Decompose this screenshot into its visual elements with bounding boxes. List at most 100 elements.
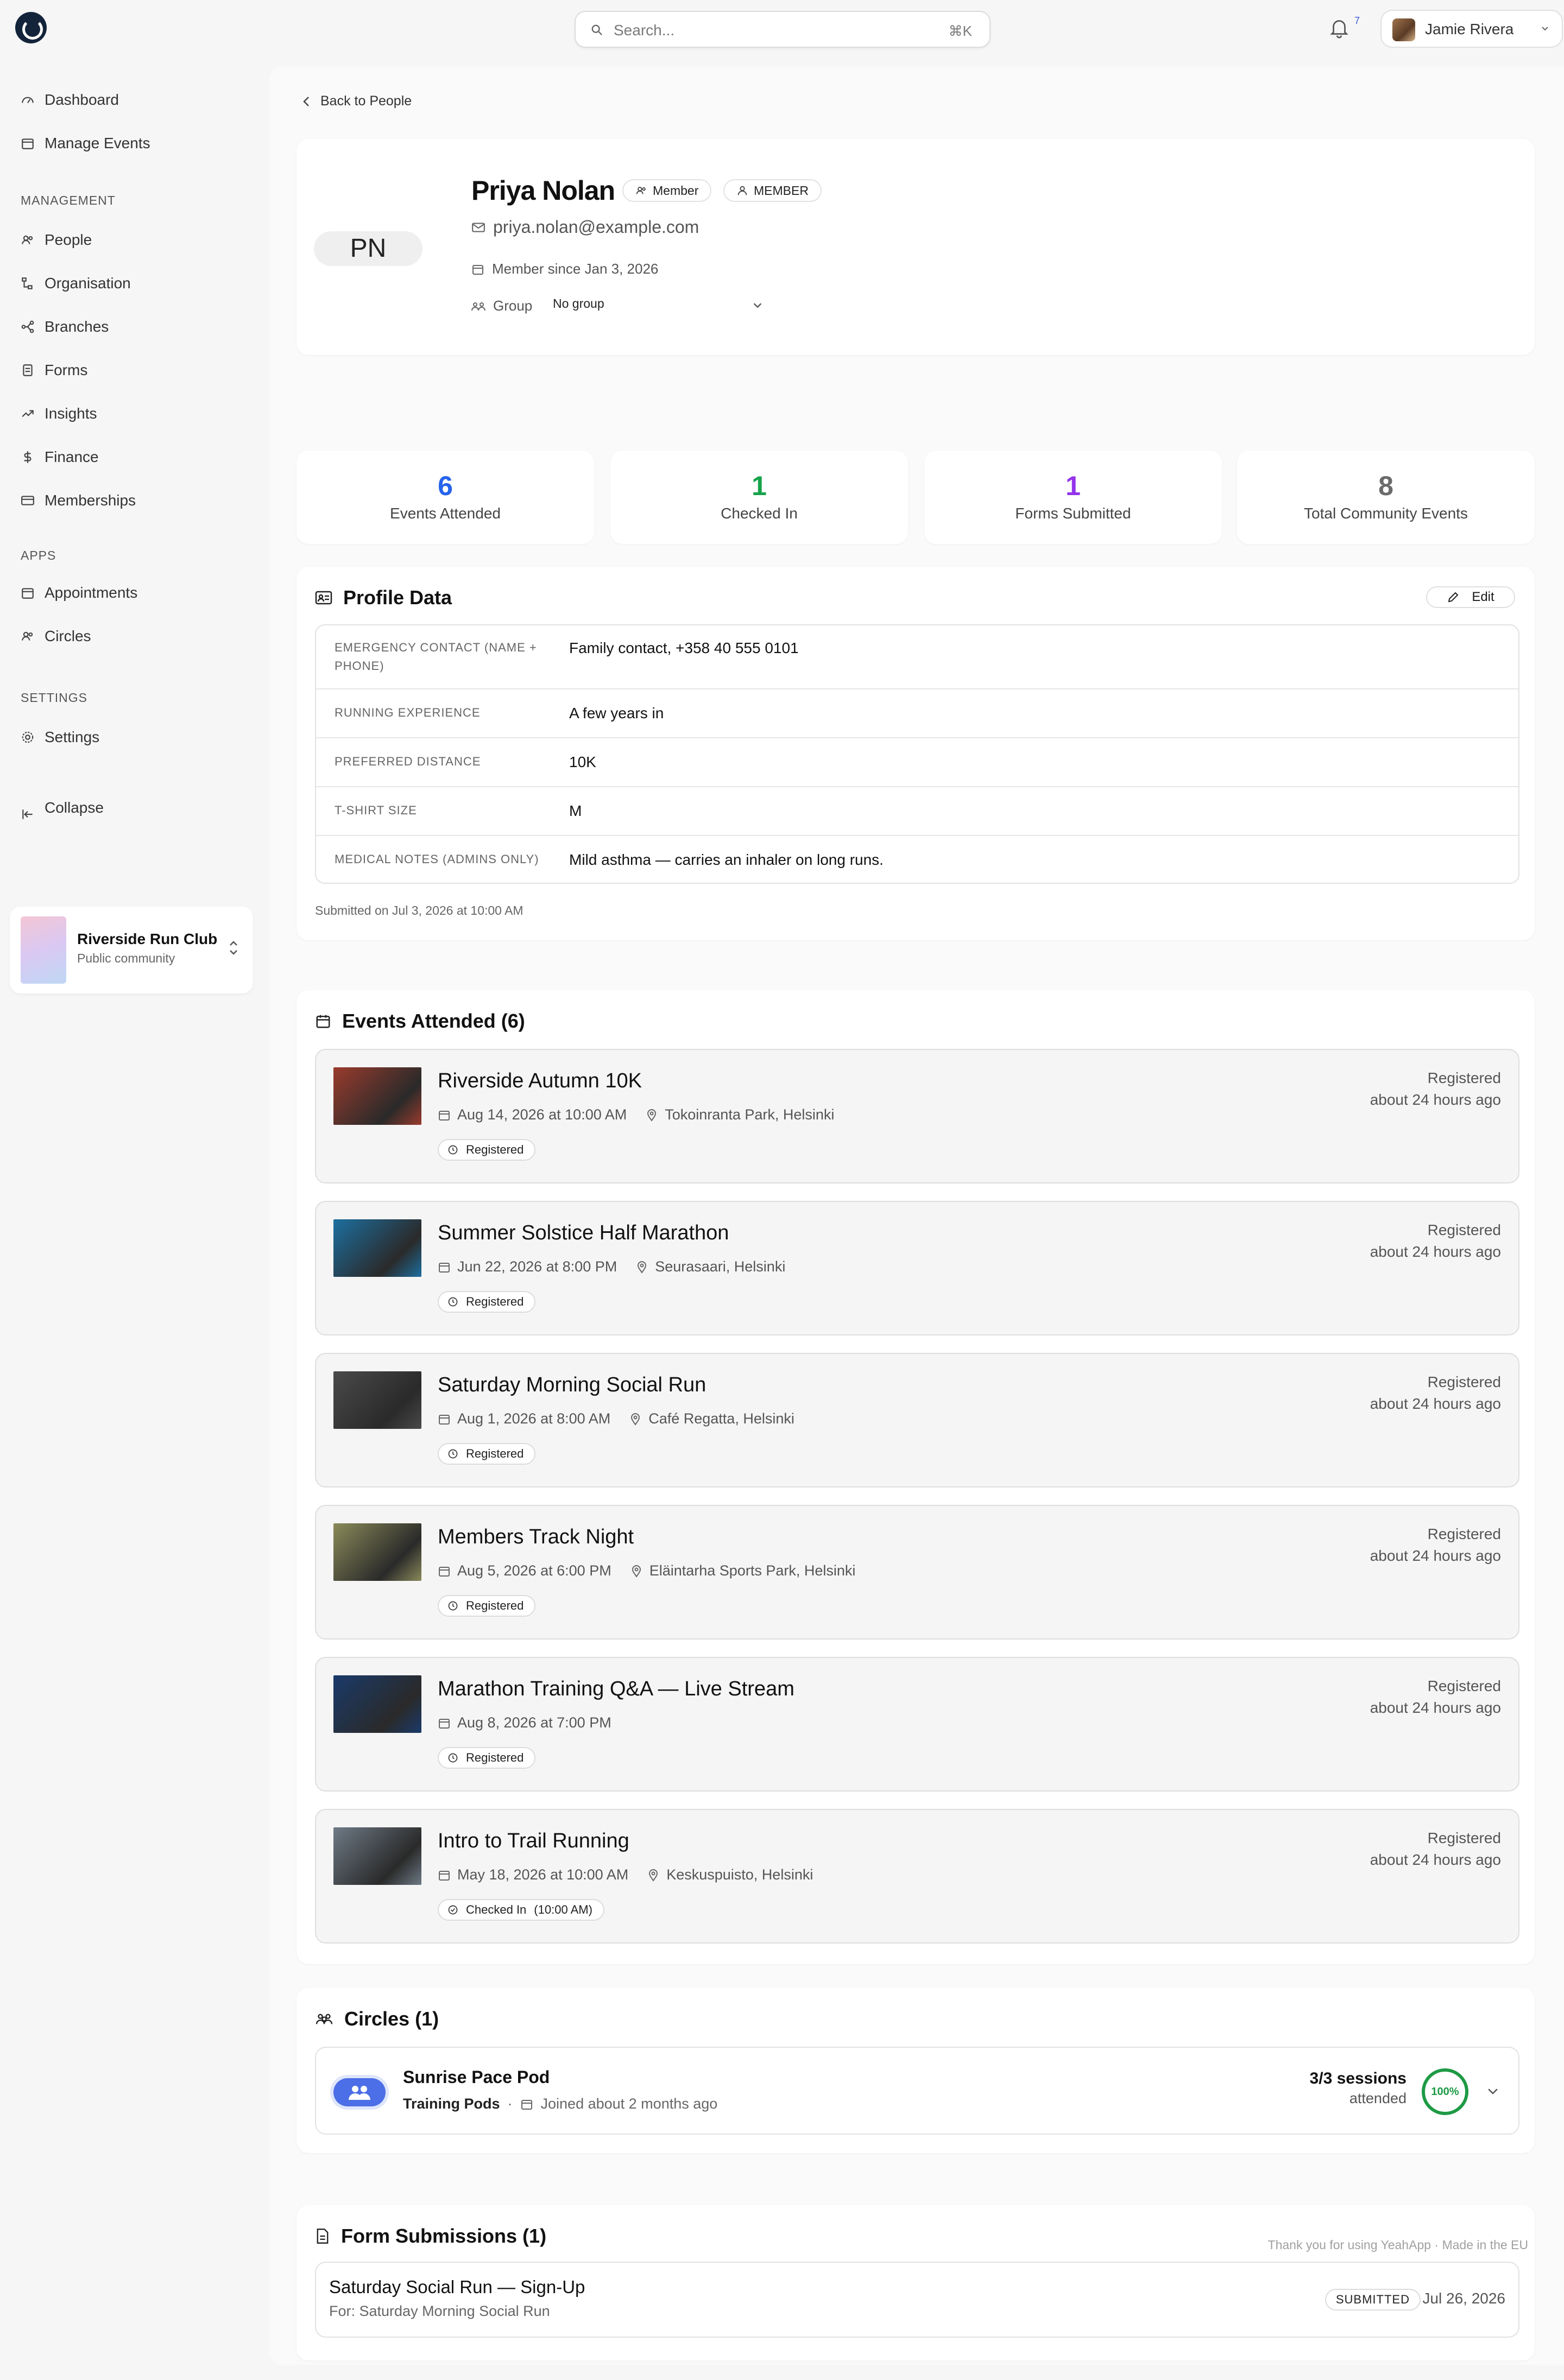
calendar-icon [21, 136, 35, 150]
section-management: MANAGEMENT [21, 193, 116, 207]
event-badge-label: Registered [466, 1447, 524, 1460]
id-card-icon [315, 591, 332, 605]
event-thumbnail [333, 1067, 421, 1125]
sidebar-item-label: Organisation [45, 275, 131, 292]
forms-title: Form Submissions (1) [341, 2225, 547, 2247]
form-submission-row[interactable]: Saturday Social Run — Sign-Up For: Satur… [315, 2262, 1519, 2338]
sidebar-item-manage-events[interactable]: Manage Events [21, 131, 150, 155]
user-menu-button[interactable]: Jamie Rivera [1380, 10, 1563, 48]
sidebar-item-insights[interactable]: Insights [21, 402, 97, 426]
group-label: Group [493, 298, 533, 314]
top-bar: Search... ⌘K 7 Jamie Rivera [0, 0, 1564, 56]
clock-icon [447, 1296, 458, 1307]
event-location: Keskuspuisto, Helsinki [666, 1866, 813, 1883]
event-info: Jun 22, 2026 at 8:00 PM Seurasaari, Helsi… [438, 1258, 785, 1275]
table-row: MEDICAL NOTES (ADMINS ONLY) Mild asthma … [316, 835, 1518, 883]
event-row[interactable]: Marathon Training Q&A — Live Stream Aug 8… [315, 1657, 1519, 1792]
trend-icon [21, 407, 35, 421]
event-status-badge: Registered [438, 1291, 536, 1313]
sessions-summary: 3/3 sessions attended [1310, 2069, 1407, 2107]
location-pin-icon [630, 1565, 643, 1578]
calendar-icon [438, 1261, 451, 1274]
event-row[interactable]: Summer Solstice Half Marathon Jun 22, 202… [315, 1201, 1519, 1335]
circle-type: Training Pods [403, 2096, 500, 2112]
sidebar-item-finance[interactable]: Finance [21, 445, 99, 469]
event-status-badge: Registered [438, 1139, 536, 1161]
bell-icon[interactable] [1329, 17, 1349, 39]
status-badge: SUBMITTED [1325, 2289, 1421, 2311]
event-row[interactable]: Members Track Night Aug 5, 2026 at 6:00 P… [315, 1505, 1519, 1640]
circle-row[interactable]: Sunrise Pace Pod Training Pods · Joined … [315, 2047, 1519, 2135]
event-thumbnail [333, 1675, 421, 1733]
event-status: Registered about 24 hours ago [1370, 1067, 1501, 1111]
sidebar-item-forms[interactable]: Forms [21, 358, 87, 382]
people-icon [636, 187, 646, 194]
event-date: Aug 14, 2026 at 10:00 AM [457, 1106, 627, 1123]
collapse-icon [21, 807, 35, 821]
circles-card: Circles (1) Sunrise Pace Pod Training Po… [297, 1988, 1535, 2153]
mail-icon [472, 222, 485, 232]
chevron-down-icon[interactable] [1487, 2086, 1499, 2098]
event-status-time: about 24 hours ago [1370, 1395, 1501, 1412]
field-key: T-SHIRT SIZE [335, 803, 417, 817]
member-chip: Member [622, 179, 712, 202]
event-date: May 18, 2026 at 10:00 AM [457, 1866, 629, 1883]
event-badge-label: Registered [466, 1143, 524, 1156]
event-badge-label: Registered [466, 1599, 524, 1612]
calendar-icon [316, 1015, 330, 1028]
collapse-button[interactable]: Collapse [21, 796, 104, 820]
chevron-down-icon [753, 303, 762, 308]
edit-button[interactable]: Edit [1426, 586, 1515, 608]
event-status-badge: Registered [438, 1443, 536, 1465]
sidebar-item-circles[interactable]: Circles [21, 624, 91, 648]
event-title: Intro to Trail Running [438, 1830, 629, 1852]
event-badge-extra: (10:00 AM) [534, 1903, 592, 1916]
event-status-label: Registered [1427, 1526, 1501, 1542]
event-date: Aug 8, 2026 at 7:00 PM [457, 1714, 611, 1731]
user-name: Jamie Rivera [1425, 21, 1514, 37]
search-placeholder: Search... [614, 22, 675, 39]
notification-count: 7 [1354, 15, 1360, 26]
user-avatar [1392, 18, 1415, 41]
field-key: RUNNING EXPERIENCE [335, 706, 481, 719]
sidebar-item-settings[interactable]: Settings [21, 725, 99, 749]
sidebar-item-branches[interactable]: Branches [21, 315, 109, 339]
sidebar-item-dashboard[interactable]: Dashboard [21, 88, 119, 112]
sidebar-item-people[interactable]: People [21, 228, 92, 252]
club-switcher[interactable]: Riverside Run Club Public community [10, 907, 253, 993]
app-page: Search... ⌘K 7 Jamie Rivera Dashboard Ma… [0, 0, 1564, 2380]
avatar: PN [314, 231, 422, 266]
calendar-icon [472, 264, 483, 275]
section-settings: SETTINGS [21, 691, 88, 705]
event-status: Registered about 24 hours ago [1370, 1371, 1501, 1415]
field-key: EMERGENCY CONTACT (NAME + PHONE) [335, 641, 537, 673]
stat-label: Forms Submitted [1015, 505, 1131, 522]
form-submissions-card: Form Submissions (1) Saturday Social Run… [297, 2205, 1535, 2360]
profile-data-title: Profile Data [343, 586, 452, 609]
sidebar-item-label: Memberships [45, 492, 136, 509]
event-location: Eläintarha Sports Park, Helsinki [649, 1562, 856, 1579]
role-chip: MEMBER [723, 179, 822, 202]
event-row[interactable]: Intro to Trail Running May 18, 2026 at 10… [315, 1809, 1519, 1944]
event-row[interactable]: Saturday Morning Social Run Aug 1, 2026 a… [315, 1353, 1519, 1488]
sidebar-item-appointments[interactable]: Appointments [21, 581, 137, 605]
field-value: Mild asthma — carries an inhaler on long… [569, 851, 884, 868]
event-badge-label: Registered [466, 1751, 524, 1764]
field-value: Family contact, +358 40 555 0101 [569, 640, 799, 656]
group-select-value: No group [553, 296, 604, 311]
event-row[interactable]: Riverside Autumn 10K Aug 14, 2026 at 10:0… [315, 1049, 1519, 1183]
event-info: May 18, 2026 at 10:00 AM Keskuspuisto, He… [438, 1866, 813, 1883]
app-logo[interactable] [15, 12, 47, 43]
back-link[interactable]: Back to People [302, 93, 412, 109]
group-select[interactable]: No group [553, 296, 775, 316]
group-row: Group [471, 298, 532, 314]
pencil-icon [1448, 592, 1459, 603]
search-bar[interactable]: Search... ⌘K [575, 11, 991, 48]
event-title: Summer Solstice Half Marathon [438, 1221, 729, 1244]
user-icon [737, 186, 747, 195]
sidebar-item-organisation[interactable]: Organisation [21, 271, 131, 295]
person-name: Priya Nolan [471, 175, 615, 206]
sidebar-item-memberships[interactable]: Memberships [21, 489, 136, 512]
sidebar-item-label: Circles [45, 628, 91, 644]
event-title: Saturday Morning Social Run [438, 1373, 707, 1396]
